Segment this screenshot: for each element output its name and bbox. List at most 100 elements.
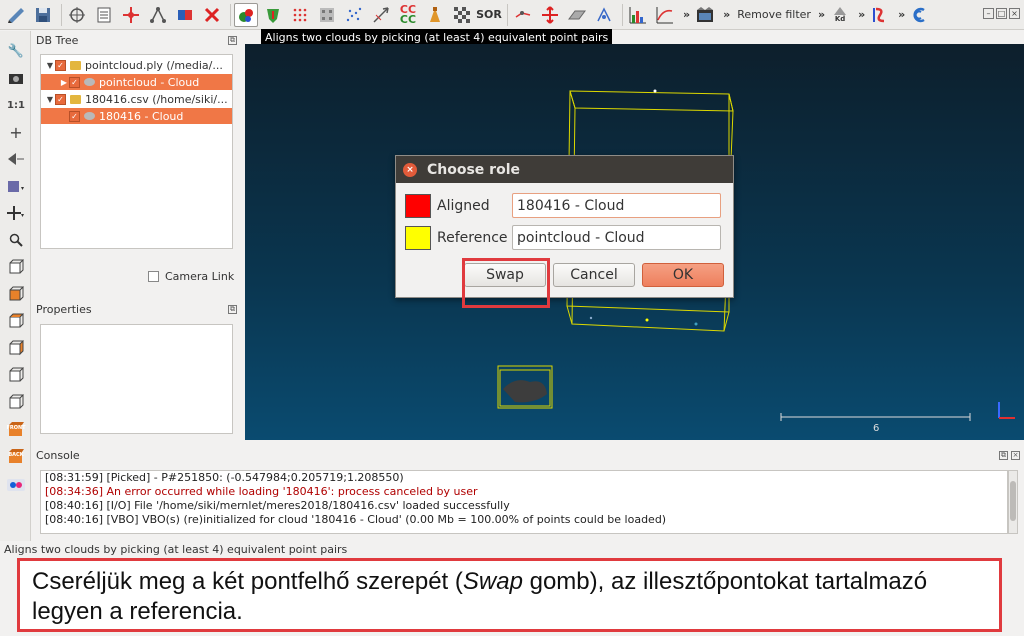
- dock-float-icon[interactable]: ⧉: [228, 305, 237, 314]
- remove-filter-button[interactable]: Remove filter: [737, 8, 811, 21]
- camera-icon[interactable]: [5, 68, 27, 88]
- noise-filter-icon[interactable]: [342, 3, 366, 27]
- save-icon[interactable]: [31, 3, 55, 27]
- toolbar-overflow-chevron[interactable]: »: [858, 8, 865, 21]
- caption-emphasis: Swap: [462, 568, 523, 595]
- plane-icon[interactable]: [565, 3, 589, 27]
- reference-color-swatch: [405, 225, 431, 250]
- db-tree-title: DB Tree: [36, 34, 79, 47]
- segment-icon[interactable]: [173, 3, 197, 27]
- toolbar-overflow-chevron[interactable]: »: [683, 8, 690, 21]
- clone-icon[interactable]: [119, 3, 143, 27]
- height-icon[interactable]: [592, 3, 616, 27]
- left-toolbar: 🔧 1:1 + FRONT BACK: [0, 31, 31, 541]
- sor-filter-icon[interactable]: SOR: [476, 3, 502, 27]
- dock-float-icon[interactable]: ⧉: [228, 36, 237, 45]
- checkbox[interactable]: ✓: [55, 59, 66, 71]
- tree-item-label: 180416 - Cloud: [99, 109, 184, 123]
- tree-item-180416-cloud[interactable]: ✓ 180416 - Cloud: [41, 108, 232, 124]
- console-scrollbar[interactable]: [1008, 470, 1018, 534]
- dock-close-icon[interactable]: ×: [1011, 451, 1020, 460]
- toolbar-overflow-chevron[interactable]: »: [723, 8, 730, 21]
- camera-link-checkbox[interactable]: Camera Link: [148, 270, 234, 283]
- tree-item-pointcloud-cloud[interactable]: ▶ ✓ pointcloud - Cloud: [41, 74, 232, 90]
- console-line: [08:40:16] [VBO] VBO(s) (re)initialized …: [45, 513, 667, 526]
- sample-points-icon[interactable]: [288, 3, 312, 27]
- move-icon[interactable]: [5, 203, 27, 223]
- dock-float-icon[interactable]: ⧉: [999, 451, 1008, 460]
- collapse-arrow-icon[interactable]: ▼: [45, 61, 55, 70]
- view-iso-front-icon[interactable]: FRONT: [5, 419, 27, 439]
- console-panel: [08:31:59] [Picked] - P#251850: (-0.5479…: [40, 470, 1008, 534]
- compute-normals-icon[interactable]: [369, 3, 393, 27]
- flickr-icon[interactable]: [5, 475, 27, 495]
- axis-trihedron-icon: [998, 402, 1015, 419]
- kd-icon[interactable]: Kd: [828, 3, 852, 27]
- dialog-title: Choose role: [427, 161, 520, 178]
- window-controls: – □ ×: [983, 8, 1020, 19]
- checkbox[interactable]: ✓: [55, 93, 66, 105]
- checkerboard-icon[interactable]: [450, 3, 474, 27]
- toolbar-separator: [622, 3, 623, 26]
- cloud-icon: [84, 78, 95, 86]
- cancel-button[interactable]: Cancel: [553, 263, 635, 287]
- tree-item-180416-file[interactable]: ▼ ✓ 180416.csv (/home/siki/...: [41, 91, 232, 107]
- folder-icon: [70, 94, 81, 104]
- crosshair-icon[interactable]: +: [5, 122, 27, 142]
- scale-label: 6: [873, 423, 880, 434]
- ok-button[interactable]: OK: [642, 263, 724, 287]
- checkbox[interactable]: ✓: [69, 76, 80, 88]
- collapse-arrow-icon[interactable]: ▼: [45, 95, 55, 104]
- scale-bar: [780, 413, 971, 421]
- scrollbar-thumb[interactable]: [1010, 481, 1016, 521]
- cloud-cloud-dist-icon[interactable]: CC CC: [396, 3, 420, 27]
- toolbar-overflow-chevron[interactable]: »: [898, 8, 905, 21]
- scalar-field-icon[interactable]: [868, 3, 892, 27]
- checkbox[interactable]: ✓: [69, 110, 80, 122]
- properties-panel: [40, 324, 233, 434]
- histogram-icon[interactable]: [626, 3, 650, 27]
- view-iso-back-icon[interactable]: BACK: [5, 446, 27, 466]
- console-line-error: [08:34:36] An error occurred while loadi…: [45, 485, 478, 498]
- view-back-icon[interactable]: [5, 338, 27, 358]
- view-top-icon[interactable]: [5, 257, 27, 277]
- point-pair-align-icon[interactable]: [234, 2, 258, 27]
- global-shift-icon[interactable]: [65, 3, 89, 27]
- view-left-icon[interactable]: [5, 311, 27, 331]
- swap-highlight-box: [462, 258, 550, 308]
- view-front-icon[interactable]: [5, 284, 27, 304]
- zoom-icon[interactable]: [5, 230, 27, 250]
- tree-item-label: pointcloud.ply (/media/...: [85, 58, 223, 72]
- wrench-icon[interactable]: 🔧: [5, 41, 27, 61]
- pivot-icon[interactable]: [5, 149, 27, 169]
- toolbar-overflow-chevron[interactable]: »: [818, 8, 825, 21]
- close-icon[interactable]: ×: [403, 162, 417, 177]
- expand-arrow-icon[interactable]: ▶: [59, 78, 69, 87]
- reference-label: Reference: [437, 229, 508, 246]
- toolbar-separator: [230, 3, 231, 26]
- view-bottom-icon[interactable]: [5, 392, 27, 412]
- restore-icon[interactable]: □: [996, 8, 1007, 19]
- delete-icon[interactable]: [200, 3, 224, 27]
- properties-list-icon[interactable]: [92, 3, 116, 27]
- zoom-one-to-one-button[interactable]: 1:1: [5, 95, 27, 115]
- tree-item-pointcloud-file[interactable]: ▼ ✓ pointcloud.ply (/media/...: [41, 57, 232, 73]
- app-icon: [908, 3, 932, 27]
- fine-registration-icon[interactable]: [261, 3, 285, 27]
- view-right-icon[interactable]: [5, 365, 27, 385]
- pick-icon[interactable]: [511, 3, 535, 27]
- perspective-icon[interactable]: [5, 176, 27, 196]
- animation-icon[interactable]: [693, 3, 717, 27]
- close-icon[interactable]: ×: [1009, 8, 1020, 19]
- open-icon[interactable]: [4, 3, 28, 27]
- translate-rotate-icon[interactable]: [538, 3, 562, 27]
- reference-field[interactable]: pointcloud - Cloud: [512, 225, 721, 250]
- aligned-field[interactable]: 180416 - Cloud: [512, 193, 721, 218]
- tree-item-label: pointcloud - Cloud: [99, 75, 200, 89]
- subsample-icon[interactable]: [315, 3, 339, 27]
- scalar-curve-icon[interactable]: [653, 3, 677, 27]
- minimize-icon[interactable]: –: [983, 8, 994, 19]
- checkbox[interactable]: [148, 271, 159, 282]
- merge-icon[interactable]: [146, 3, 170, 27]
- cloud-mesh-dist-icon[interactable]: [423, 3, 447, 27]
